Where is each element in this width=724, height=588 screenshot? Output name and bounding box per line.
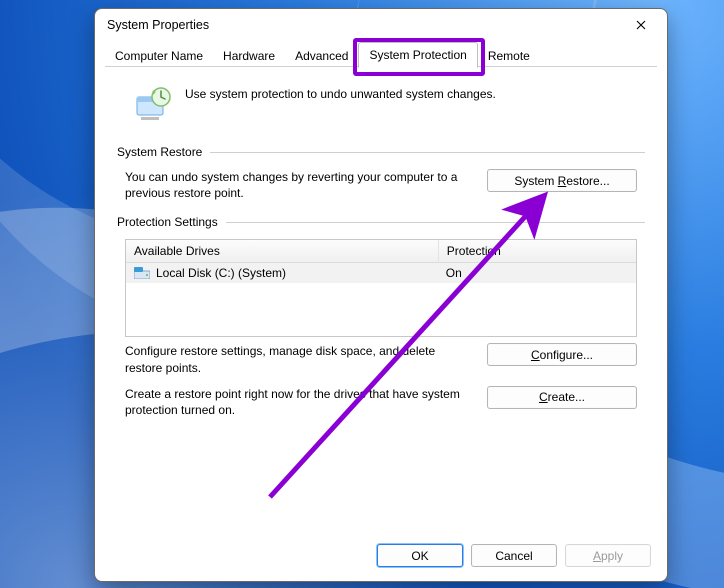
create-description: Create a restore point right now for the… [125,386,471,418]
restore-description: You can undo system changes by reverting… [125,169,471,201]
desktop-wallpaper: System Properties Computer Name Hardware… [0,0,724,588]
group-system-restore: System Restore You can undo system chang… [117,145,645,201]
configure-button[interactable]: Configure... [487,343,637,366]
titlebar[interactable]: System Properties [95,9,667,41]
tab-system-protection[interactable]: System Protection [358,42,477,68]
ok-button[interactable]: OK [377,544,463,567]
drive-icon [134,267,150,279]
create-button[interactable]: Create... [487,386,637,409]
drives-table-header: Available Drives Protection [126,240,636,263]
table-row[interactable]: Local Disk (C:) (System) On [126,263,636,283]
col-available-drives[interactable]: Available Drives [126,240,439,262]
tab-advanced[interactable]: Advanced [285,44,358,68]
close-button[interactable] [621,11,661,39]
close-icon [636,20,646,30]
window-title: System Properties [107,18,209,32]
tab-content: Use system protection to undo unwanted s… [95,67,667,536]
intro-text: Use system protection to undo unwanted s… [185,85,496,101]
tab-hardware[interactable]: Hardware [213,44,285,68]
group-protection-settings: Protection Settings Available Drives Pro… [117,215,645,418]
cancel-button[interactable]: Cancel [471,544,557,567]
dialog-footer: OK Cancel Apply [95,536,667,581]
tab-computer-name[interactable]: Computer Name [105,44,213,68]
system-restore-button[interactable]: System Restore... [487,169,637,192]
col-protection[interactable]: Protection [439,240,636,262]
system-protection-icon [131,85,173,127]
system-properties-dialog: System Properties Computer Name Hardware… [94,8,668,582]
apply-button: Apply [565,544,651,567]
configure-description: Configure restore settings, manage disk … [125,343,471,375]
group-title-protection: Protection Settings [117,215,218,229]
group-title-restore: System Restore [117,145,202,159]
drive-protection: On [446,266,462,280]
drive-name: Local Disk (C:) (System) [156,266,286,280]
tab-remote[interactable]: Remote [478,44,540,68]
drives-table[interactable]: Available Drives Protection [125,239,637,337]
tabstrip: Computer Name Hardware Advanced System P… [95,41,667,67]
intro-row: Use system protection to undo unwanted s… [131,85,643,127]
